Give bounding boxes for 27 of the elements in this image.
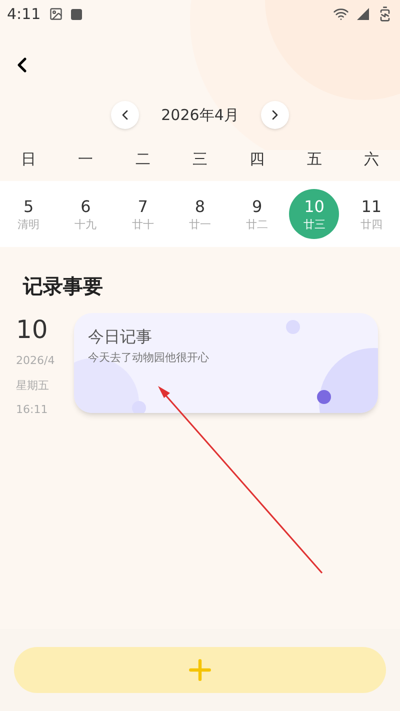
weekday-label: 一 xyxy=(77,148,94,170)
weekday-label: 三 xyxy=(191,148,208,170)
day-cell[interactable]: 9 廿二 xyxy=(232,189,282,239)
record-day: 10 xyxy=(16,315,60,345)
day-cell[interactable]: 7 廿十 xyxy=(118,189,168,239)
weekday-label: 五 xyxy=(306,148,323,170)
day-cell[interactable]: 6 十九 xyxy=(60,189,111,239)
month-title: 2026年4月 xyxy=(161,104,239,126)
wifi-icon xyxy=(333,6,349,22)
record-weekday: 星期五 xyxy=(16,378,50,394)
previous-month-button[interactable] xyxy=(111,101,140,129)
weekday-label: 二 xyxy=(134,148,152,170)
status-time: 4:11 xyxy=(7,4,41,25)
signal-icon xyxy=(357,8,369,20)
day-cell[interactable]: 8 廿一 xyxy=(174,189,225,239)
record-date: 2026/4 xyxy=(16,353,56,369)
record-card[interactable]: 今日记事 今天去了动物园他很开心 xyxy=(74,313,378,413)
record-time: 16:11 xyxy=(16,402,49,418)
record-body: 今天去了动物园他很开心 xyxy=(88,350,210,366)
weekday-label: 日 xyxy=(20,148,38,170)
weekday-label: 四 xyxy=(248,148,266,170)
day-cell[interactable]: 5 清明 xyxy=(4,189,54,239)
section-title: 记录事要 xyxy=(23,273,104,300)
day-cell[interactable]: 11 廿四 xyxy=(346,189,396,239)
record-title: 今日记事 xyxy=(88,326,153,348)
weekday-label: 六 xyxy=(362,148,380,170)
image-icon xyxy=(48,7,63,21)
